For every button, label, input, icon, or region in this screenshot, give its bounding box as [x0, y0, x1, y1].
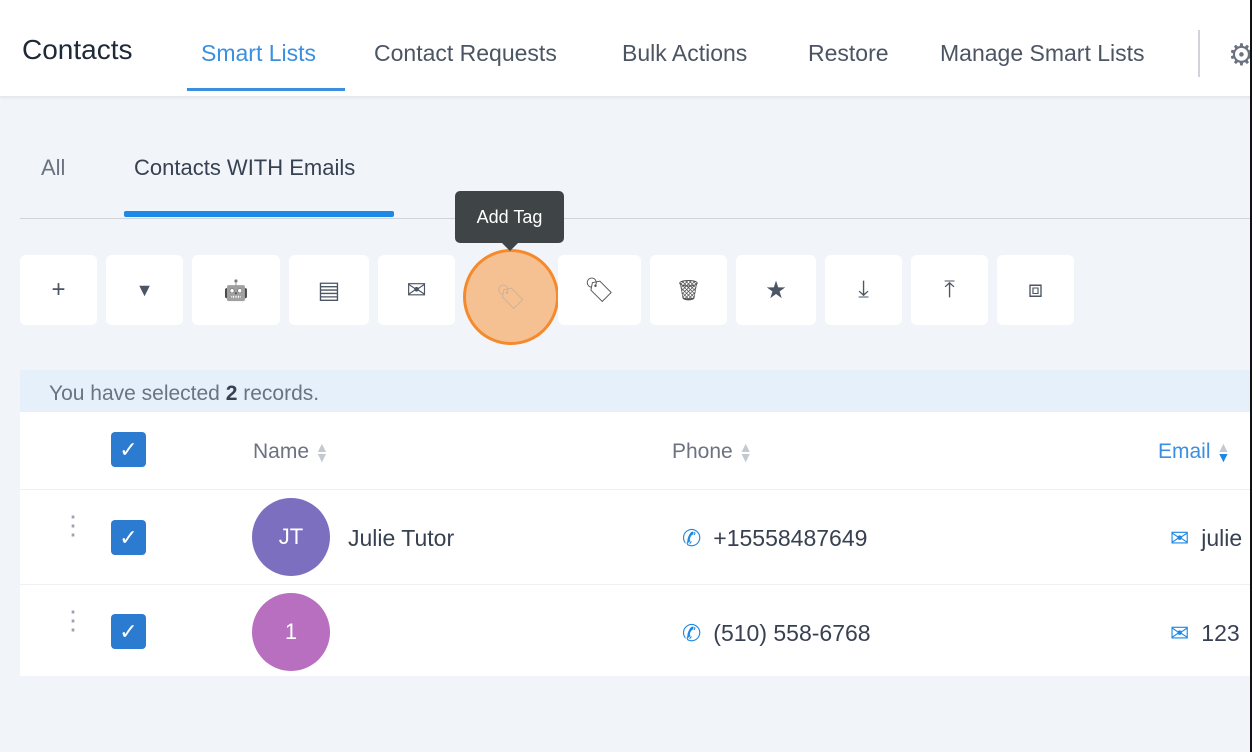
add-tag-button[interactable]: 🏷: [463, 249, 559, 345]
sort-icon: ▲ ▼: [315, 439, 329, 466]
merge-icon: ⧈: [1027, 276, 1044, 303]
select-all-checkbox[interactable]: ✓: [111, 432, 146, 467]
phone-number: (510) 558-6768: [713, 620, 871, 646]
subtab-all[interactable]: All: [41, 155, 65, 181]
export-button[interactable]: ⤒: [911, 255, 988, 325]
robot-icon: 🤖: [223, 279, 249, 302]
page-title: Contacts: [22, 34, 133, 65]
column-phone[interactable]: Phone ▲ ▼: [672, 440, 753, 464]
tab-smart-lists[interactable]: Smart Lists: [201, 40, 316, 67]
active-tab-indicator: [187, 88, 345, 91]
tab-contact-requests[interactable]: Contact Requests: [374, 40, 557, 67]
column-label: Phone: [672, 440, 733, 463]
table-row[interactable]: ⋮ ✓ JT Julie Tutor ✆ +15558487649 ✉ julie: [20, 490, 1252, 585]
selection-text: records.: [237, 382, 320, 405]
selection-text: You have selected: [49, 382, 226, 405]
row-checkbox[interactable]: ✓: [111, 614, 146, 649]
delete-button[interactable]: 🗑: [650, 255, 727, 325]
phone-icon: ✆: [682, 620, 702, 646]
workflow-button[interactable]: 🤖: [192, 255, 280, 325]
email-icon: ✉: [1170, 525, 1190, 551]
table-header: ✓ Name ▲ ▼ Phone ▲ ▼ Email ▲ ▼: [20, 412, 1252, 490]
plus-icon: +: [51, 276, 66, 303]
row-checkbox[interactable]: ✓: [111, 520, 146, 555]
email-icon: ✉: [406, 276, 427, 304]
active-subtab-indicator: [124, 211, 394, 217]
upload-icon: ⤒: [944, 276, 955, 303]
merge-button[interactable]: ⧈: [997, 255, 1074, 325]
tab-restore[interactable]: Restore: [808, 40, 889, 67]
phone-cell[interactable]: ✆ (510) 558-6768: [682, 620, 871, 647]
sort-desc-icon: ▲ ▼: [1216, 439, 1231, 466]
gear-icon[interactable]: ⚙: [1228, 38, 1252, 73]
tooltip: Add Tag: [455, 191, 564, 251]
column-name[interactable]: Name ▲ ▼: [253, 440, 329, 464]
contacts-table: ✓ Name ▲ ▼ Phone ▲ ▼ Email ▲ ▼ ⋮ ✓ JT Julie Tu…: [20, 412, 1252, 676]
avatar: JT: [252, 498, 330, 576]
remove-tag-icon: 🏷: [584, 276, 615, 304]
column-label: Email: [1158, 440, 1211, 463]
tab-manage-smart-lists[interactable]: Manage Smart Lists: [940, 40, 1145, 67]
download-icon: ⤓: [858, 276, 869, 303]
sort-icon: ▲ ▼: [738, 439, 753, 466]
add-contact-button[interactable]: +: [20, 255, 97, 325]
table-row[interactable]: ⋮ ✓ 1 ✆ (510) 558-6768 ✉ 123: [20, 585, 1252, 676]
email-cell[interactable]: ✉ julie: [1170, 525, 1242, 552]
drag-handle-icon[interactable]: ⋮: [60, 607, 86, 633]
top-nav: Contacts Smart Lists Contact Requests Bu…: [0, 0, 1252, 97]
contact-name[interactable]: Julie Tutor: [348, 525, 454, 552]
add-tag-icon: 🏷: [495, 283, 527, 311]
send-email-button[interactable]: ✉: [378, 255, 455, 325]
phone-cell[interactable]: ✆ +15558487649: [682, 525, 867, 552]
trash-icon: 🗑: [675, 279, 702, 302]
selection-banner: You have selected 2 records.: [20, 370, 1252, 412]
subtab-contacts-with-emails[interactable]: Contacts WITH Emails: [134, 155, 355, 181]
drag-handle-icon[interactable]: ⋮: [60, 512, 86, 538]
filter-button[interactable]: ▼: [106, 255, 183, 325]
column-email[interactable]: Email ▲ ▼: [1158, 440, 1230, 464]
star-button[interactable]: ★: [736, 255, 816, 325]
message-icon: ▤: [317, 276, 341, 304]
selection-count: 2: [225, 382, 238, 405]
send-sms-button[interactable]: ▤: [289, 255, 369, 325]
divider: [20, 218, 1252, 219]
email-icon: ✉: [1170, 620, 1190, 646]
star-icon: ★: [765, 276, 787, 304]
email-address: 123: [1201, 620, 1240, 646]
tab-bulk-actions[interactable]: Bulk Actions: [622, 40, 747, 67]
import-button[interactable]: ⤓: [825, 255, 902, 325]
remove-tag-button[interactable]: 🏷: [558, 255, 641, 325]
avatar: 1: [252, 593, 330, 671]
phone-icon: ✆: [682, 525, 702, 551]
column-label: Name: [253, 440, 310, 463]
email-cell[interactable]: ✉ 123: [1170, 620, 1240, 647]
email-address: julie: [1201, 525, 1243, 551]
divider: [1198, 30, 1200, 77]
phone-number: +15558487649: [713, 525, 868, 551]
filter-icon: ▼: [135, 279, 154, 300]
